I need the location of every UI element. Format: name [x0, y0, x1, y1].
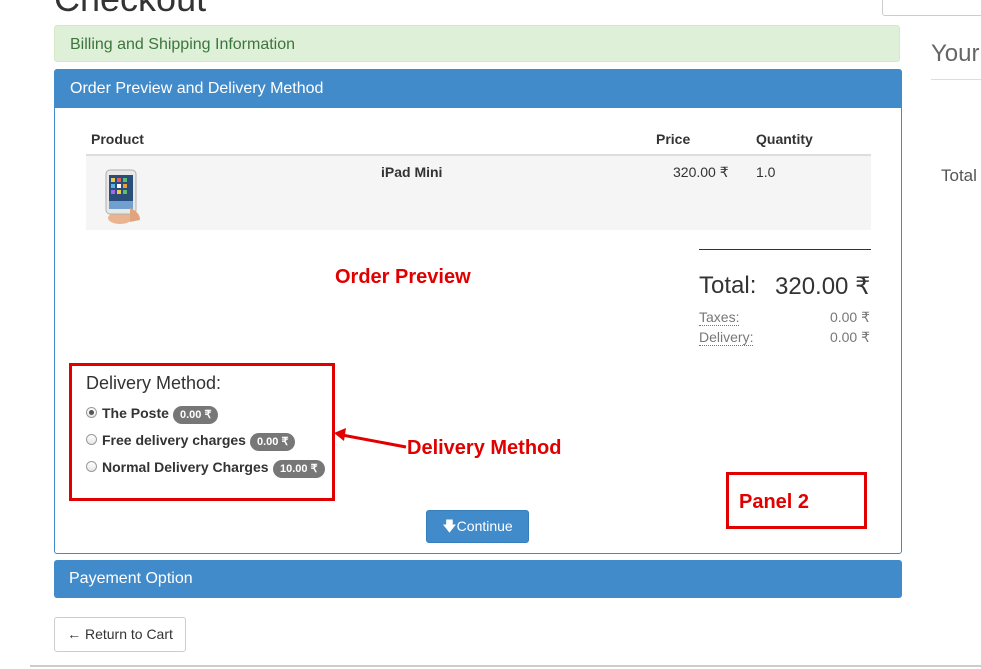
billing-shipping-panel[interactable]: Billing and Shipping Information: [54, 25, 900, 62]
sidebar-divider: [931, 79, 981, 80]
taxes-value: 0.00 ₹: [829, 309, 870, 325]
top-right-button[interactable]: [882, 0, 981, 16]
total-label: Total:: [699, 272, 757, 299]
product-quantity: 1.0: [756, 164, 776, 180]
annotation-panel-2: Panel 2: [739, 491, 810, 513]
delivery-cost-value: 0.00 ₹: [829, 329, 870, 345]
annotation-arrow-icon: [334, 428, 407, 449]
bottom-divider: [30, 665, 981, 667]
header-price: Price: [656, 131, 691, 147]
taxes-label: Taxes:: [699, 309, 740, 326]
annotation-delivery-method: Delivery Method: [407, 437, 562, 459]
billing-panel-title[interactable]: Billing and Shipping Information: [70, 36, 295, 54]
sidebar-title: Your: [931, 40, 980, 67]
total-value: 320.00 ₹: [775, 273, 871, 300]
header-quantity: Quantity: [756, 131, 813, 147]
ipad-mini-image: [105, 169, 140, 224]
annotation-delivery-box: [69, 363, 335, 501]
sidebar-total-label: Total: [941, 166, 977, 185]
annotation-order-preview: Order Preview: [335, 266, 471, 288]
return-to-cart-button[interactable]: ← Return to Cart: [54, 617, 186, 652]
totals-divider: [699, 249, 871, 250]
product-price: 320.00 ₹: [673, 164, 729, 180]
arrow-down-icon: 🡇: [442, 518, 457, 534]
table-row: iPad Mini 320.00 ₹ 1.0: [86, 156, 871, 230]
header-product: Product: [91, 131, 144, 147]
payment-option-panel[interactable]: Payement Option: [54, 560, 902, 598]
delivery-cost-label: Delivery:: [699, 329, 754, 346]
order-panel-heading[interactable]: Order Preview and Delivery Method: [55, 70, 901, 108]
payment-panel-title[interactable]: Payement Option: [69, 570, 193, 588]
continue-button[interactable]: 🡇Continue: [426, 510, 529, 543]
product-name: iPad Mini: [381, 164, 443, 180]
page-title: Checkout: [54, 0, 206, 20]
return-label: Return to Cart: [84, 626, 173, 642]
arrow-left-icon: ←: [67, 626, 82, 642]
order-panel-title[interactable]: Order Preview and Delivery Method: [70, 80, 323, 98]
continue-label: Continue: [456, 518, 513, 534]
